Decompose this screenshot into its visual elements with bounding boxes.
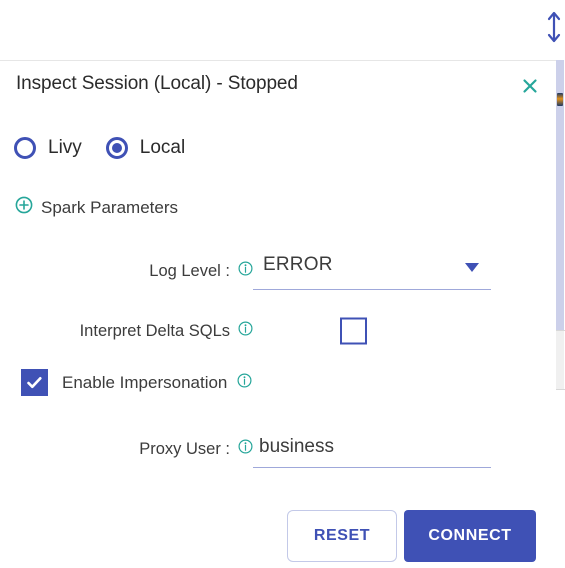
proxy-user-input[interactable] bbox=[259, 430, 485, 464]
spark-parameters-label: Spark Parameters bbox=[41, 197, 178, 217]
inspect-session-panel: Inspect Session (Local) - Stopped Livy L… bbox=[0, 60, 556, 568]
spark-parameters-expander[interactable]: Spark Parameters bbox=[15, 196, 178, 219]
plus-circle-icon bbox=[15, 196, 33, 219]
radio-icon-livy bbox=[14, 137, 36, 159]
enable-impersonation-label-group: Enable Impersonation bbox=[62, 373, 252, 393]
session-mode-radio-group: Livy Local bbox=[14, 137, 185, 159]
interpret-delta-sqls-control bbox=[340, 317, 367, 345]
log-level-select[interactable]: ERROR bbox=[253, 252, 491, 290]
chevron-down-icon bbox=[465, 263, 479, 272]
close-icon[interactable] bbox=[518, 74, 542, 98]
form-row-proxy-user: Proxy User : bbox=[0, 419, 556, 479]
form-row-interpret-delta-sqls: Interpret Delta SQLs bbox=[0, 301, 556, 361]
dialog-actions: RESET CONNECT bbox=[287, 510, 536, 562]
log-level-control: ERROR bbox=[253, 252, 491, 290]
log-level-value: ERROR bbox=[263, 254, 333, 275]
enable-impersonation-label: Enable Impersonation bbox=[62, 372, 228, 392]
background-partial-glyph bbox=[557, 93, 563, 106]
enable-impersonation-checkbox[interactable] bbox=[21, 369, 48, 396]
interpret-delta-sqls-label-group: Interpret Delta SQLs bbox=[80, 321, 253, 341]
info-circle-icon-interpret-delta-sqls[interactable] bbox=[238, 321, 253, 341]
panel-header: Inspect Session (Local) - Stopped bbox=[0, 61, 556, 109]
info-circle-icon-enable-impersonation[interactable] bbox=[237, 372, 252, 393]
proxy-user-control bbox=[253, 430, 491, 468]
background-divider-upper bbox=[556, 330, 565, 331]
proxy-user-field-wrap bbox=[253, 430, 491, 468]
session-form: Log Level : ERROR Interpret Delta SQLs bbox=[0, 241, 556, 361]
info-circle-icon-proxy-user[interactable] bbox=[238, 439, 253, 459]
radio-icon-local-selected bbox=[105, 137, 128, 159]
page-title: Inspect Session (Local) - Stopped bbox=[16, 73, 298, 94]
reset-button[interactable]: RESET bbox=[287, 510, 397, 562]
log-level-label: Log Level : bbox=[149, 261, 230, 280]
info-circle-icon-log-level[interactable] bbox=[238, 261, 253, 281]
radio-label-local: Local bbox=[139, 137, 186, 158]
radio-option-local[interactable]: Local bbox=[105, 137, 186, 159]
interpret-delta-sqls-label: Interpret Delta SQLs bbox=[79, 321, 230, 340]
radio-label-livy: Livy bbox=[48, 137, 82, 158]
form-row-enable-impersonation: Enable Impersonation bbox=[21, 369, 252, 396]
resize-vertical-handle[interactable] bbox=[543, 8, 565, 46]
screen: Inspect Session (Local) - Stopped Livy L… bbox=[0, 0, 565, 568]
form-row-log-level: Log Level : ERROR bbox=[0, 241, 556, 301]
log-level-label-group: Log Level : bbox=[149, 261, 253, 281]
connect-button[interactable]: CONNECT bbox=[404, 510, 536, 562]
background-panel-strip-lower bbox=[556, 330, 564, 390]
checkmark-icon bbox=[27, 377, 42, 389]
background-divider-lower bbox=[556, 389, 565, 390]
interpret-delta-sqls-checkbox[interactable] bbox=[340, 317, 367, 345]
proxy-user-label-group: Proxy User : bbox=[139, 439, 253, 459]
radio-option-livy[interactable]: Livy bbox=[14, 137, 82, 159]
proxy-user-label: Proxy User : bbox=[139, 439, 230, 458]
